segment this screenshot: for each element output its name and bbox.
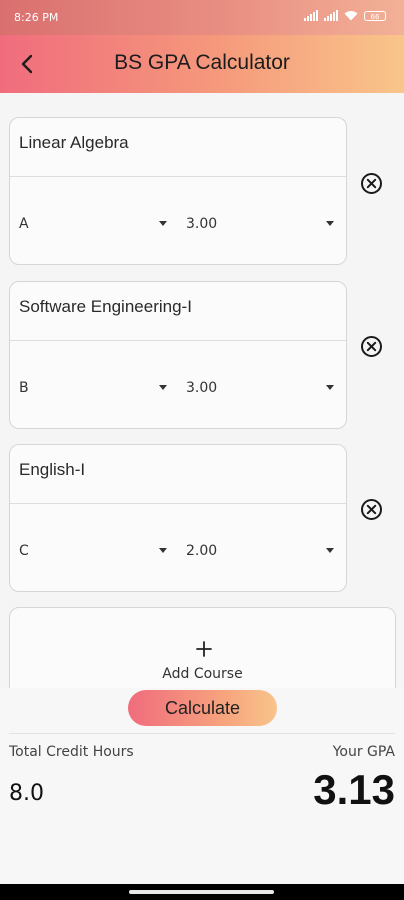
card-divider — [10, 176, 346, 177]
dropdown-arrow-icon — [326, 385, 334, 390]
battery-icon: 66 — [364, 10, 386, 21]
dropdown-arrow-icon — [159, 548, 167, 553]
remove-course-icon[interactable] — [360, 335, 383, 358]
plus-icon — [196, 641, 212, 657]
gpa-value: 3.13 — [313, 766, 395, 813]
home-gesture-bar[interactable] — [129, 890, 274, 894]
course-card: Linear Algebra A 3.00 — [9, 117, 347, 265]
grade-dropdown[interactable]: A — [19, 216, 167, 232]
dropdown-arrow-icon — [159, 385, 167, 390]
card-divider — [10, 340, 346, 341]
credit-value: 2.00 — [186, 543, 218, 559]
add-course-label: Add Course — [162, 666, 243, 682]
credit-dropdown[interactable]: 3.00 — [186, 216, 334, 232]
app-bar: BS GPA Calculator — [0, 35, 404, 93]
grade-dropdown[interactable]: B — [19, 380, 167, 396]
calculate-button[interactable]: Calculate — [128, 690, 277, 726]
status-bar: 8:26 PM 66 — [0, 0, 404, 35]
signal-icon — [324, 10, 338, 21]
grade-dropdown[interactable]: C — [19, 543, 167, 559]
signal-icon — [304, 10, 318, 21]
grade-value: A — [19, 216, 29, 232]
course-name-field[interactable]: Linear Algebra — [19, 133, 129, 153]
card-divider — [10, 503, 346, 504]
remove-course-icon[interactable] — [360, 172, 383, 195]
course-card: Software Engineering-I B 3.00 — [9, 281, 347, 429]
course-card: English-I C 2.00 — [9, 444, 347, 592]
battery-level: 66 — [370, 12, 380, 21]
grade-value: B — [19, 380, 29, 396]
dropdown-arrow-icon — [159, 221, 167, 226]
grade-value: C — [19, 543, 29, 559]
total-credit-label: Total Credit Hours — [9, 744, 134, 760]
credit-value: 3.00 — [186, 380, 218, 396]
credit-dropdown[interactable]: 3.00 — [186, 380, 334, 396]
total-credit-value: 8.0 — [9, 781, 44, 806]
credit-value: 3.00 — [186, 216, 218, 232]
dropdown-arrow-icon — [326, 221, 334, 226]
dropdown-arrow-icon — [326, 548, 334, 553]
status-icons: 66 — [304, 10, 386, 21]
system-nav-bar — [0, 884, 404, 900]
course-name-field[interactable]: Software Engineering-I — [19, 297, 192, 317]
course-name-field[interactable]: English-I — [19, 460, 85, 480]
remove-course-icon[interactable] — [360, 498, 383, 521]
summary-divider — [9, 733, 395, 734]
status-time: 8:26 PM — [14, 11, 59, 24]
credit-dropdown[interactable]: 2.00 — [186, 543, 334, 559]
wifi-icon — [344, 11, 358, 21]
page-title: BS GPA Calculator — [114, 51, 290, 74]
gpa-label: Your GPA — [332, 744, 395, 760]
